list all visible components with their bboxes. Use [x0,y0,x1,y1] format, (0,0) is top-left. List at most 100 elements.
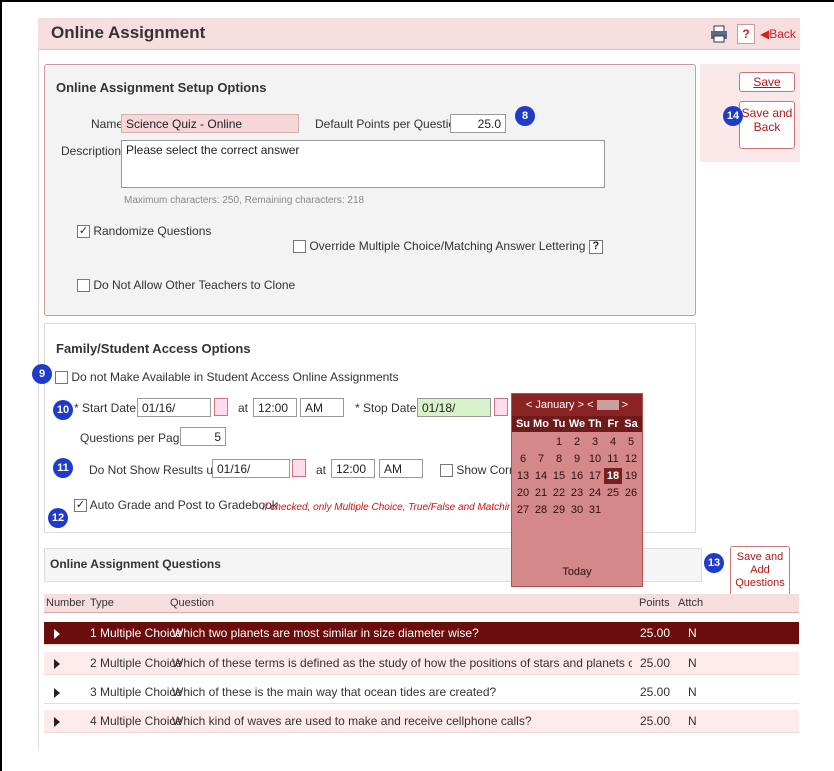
calendar-day[interactable]: 5 [622,434,640,450]
calendar-day[interactable]: 21 [532,485,550,501]
calendar-day[interactable]: 20 [514,485,532,501]
page-title: Online Assignment [51,23,206,42]
table-row[interactable]: 4 Multiple Choice Which kind of waves ar… [44,710,799,733]
prev-year-icon[interactable]: < [587,399,593,411]
results-calendar-icon[interactable] [292,459,306,477]
back-button[interactable]: ◀Back [760,24,796,44]
calendar-day[interactable]: 4 [604,434,622,450]
calendar-day[interactable]: 24 [586,485,604,501]
row-type: Multiple Choice [100,656,183,670]
row-expand-icon[interactable] [54,659,60,669]
row-number: 1 [90,626,97,640]
calendar-day[interactable]: 9 [568,451,586,467]
col-points[interactable]: Points [639,597,670,609]
next-year-icon[interactable]: > [622,399,628,411]
row-type: Multiple Choice [100,685,183,699]
qpp-label: Questions per Page: [80,431,190,445]
not-available-label: Do not Make Available in Student Access … [71,370,399,384]
row-question: Which of these is the main way that ocea… [172,685,497,699]
not-available-checkbox[interactable] [55,371,68,385]
start-date-calendar-icon[interactable] [214,398,228,416]
back-label: Back [769,27,796,41]
calendar-day[interactable]: 15 [550,468,568,484]
row-number: 2 [90,656,97,670]
next-month-icon[interactable]: > [578,399,584,411]
calendar-day[interactable]: 30 [568,502,586,518]
table-row[interactable]: 3 Multiple Choice Which of these is the … [44,681,799,704]
calendar-day[interactable]: 1 [550,434,568,450]
calendar-day[interactable]: 17 [586,468,604,484]
points-field[interactable]: 25.0 [450,114,506,133]
override-help-icon[interactable]: ? [588,239,603,254]
table-row[interactable]: 1 Multiple Choice Which two planets are … [44,622,799,645]
calendar-day[interactable]: 11 [604,451,622,467]
row-type: Multiple Choice [100,626,183,640]
questions-table-header: Number Type Question Points Attch [44,594,799,613]
access-section-title: Family/Student Access Options [56,341,251,356]
calendar-day[interactable]: 2 [568,434,586,450]
calendar-day[interactable]: 7 [532,451,550,467]
weekday-label: Mo [533,418,549,430]
start-date-field[interactable]: 01/16/ [137,398,211,417]
points-label: Default Points per Question: [315,117,466,131]
divider [38,50,39,750]
qpp-field[interactable]: 5 [180,427,226,446]
prev-month-icon[interactable]: < [526,399,532,411]
row-attach: N [688,685,697,699]
print-icon[interactable] [710,24,728,44]
calendar-day[interactable]: 23 [568,485,586,501]
calendar-day[interactable]: 28 [532,502,550,518]
col-type[interactable]: Type [90,597,114,609]
calendar-day[interactable]: 31 [586,502,604,518]
results-ampm-select[interactable]: AM [379,459,423,478]
name-field[interactable]: Science Quiz - Online [121,114,299,133]
setup-section-title: Online Assignment Setup Options [56,80,267,95]
calendar-day[interactable]: 14 [532,468,550,484]
calendar-day[interactable]: 19 [622,468,640,484]
auto-grade-checkbox[interactable]: ✓ [74,499,87,513]
calendar-day[interactable]: 8 [550,451,568,467]
calendar-day[interactable]: 18 [604,468,622,484]
stop-date-field[interactable]: 01/18/ [417,398,491,417]
save-button[interactable]: Save [739,72,795,92]
start-time-field[interactable]: 12:00 [253,398,297,417]
show-correct-checkbox[interactable] [440,464,453,478]
calendar-day[interactable]: 25 [604,485,622,501]
calendar-day[interactable]: 6 [514,451,532,467]
clone-checkbox[interactable] [77,279,90,293]
calendar-day[interactable]: 26 [622,485,640,501]
stop-date-calendar-icon[interactable] [494,398,508,416]
row-expand-icon[interactable] [54,688,60,698]
col-number[interactable]: Number [46,597,85,609]
today-button[interactable]: Today [512,566,642,578]
callout-badge-10: 10 [53,400,73,420]
results-time-field[interactable]: 12:00 [331,459,375,478]
randomize-checkbox[interactable]: ✓ [77,225,90,239]
start-ampm-select[interactable]: AM [300,398,344,417]
questions-section-title: Online Assignment Questions [50,557,221,571]
row-number: 3 [90,685,97,699]
row-expand-icon[interactable] [54,717,60,727]
save-and-back-button[interactable]: Save and Back [739,101,795,149]
calendar-day[interactable]: 22 [550,485,568,501]
help-button[interactable]: ? [737,24,755,44]
weekday-label: Fr [607,418,619,430]
results-date-field[interactable]: 01/16/ [212,459,290,478]
calendar-day[interactable]: 13 [514,468,532,484]
col-question[interactable]: Question [170,597,214,609]
start-date-label: * Start Date: [74,401,140,415]
calendar-day[interactable]: 27 [514,502,532,518]
calendar-day[interactable]: 16 [568,468,586,484]
calendar-day[interactable]: 12 [622,451,640,467]
row-points: 25.00 [640,626,671,640]
calendar-day[interactable]: 10 [586,451,604,467]
calendar-day[interactable]: 3 [586,434,604,450]
table-row[interactable]: 2 Multiple Choice Which of these terms i… [44,652,799,675]
calendar-day[interactable]: 29 [550,502,568,518]
col-attach[interactable]: Attch [678,597,703,609]
row-expand-icon[interactable] [54,629,60,639]
not-available-row: Do not Make Available in Student Access … [55,370,399,385]
description-field[interactable]: Please select the correct answer [121,140,605,188]
row-question: Which two planets are most similar in si… [172,626,479,640]
override-checkbox[interactable] [293,240,306,254]
